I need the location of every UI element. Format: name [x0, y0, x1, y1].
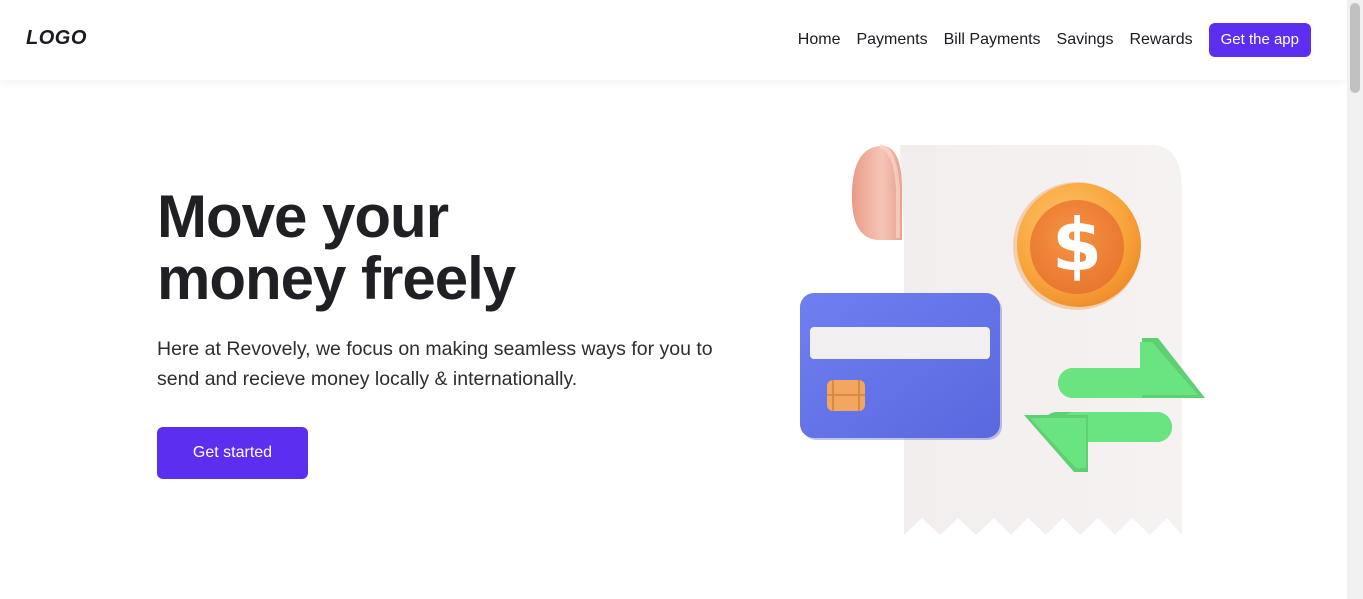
hero-title: Move your money freely	[157, 186, 717, 310]
hero-title-line-1: Move your	[157, 183, 449, 250]
nav-link-home[interactable]: Home	[798, 31, 841, 49]
get-started-button[interactable]: Get started	[157, 427, 308, 479]
nav-link-bill-payments[interactable]: Bill Payments	[944, 31, 1041, 49]
top-navbar: LOGO Home Payments Bill Payments Savings…	[0, 0, 1347, 80]
get-the-app-button[interactable]: Get the app	[1208, 23, 1311, 57]
svg-text:$: $	[1052, 203, 1102, 287]
dollar-coin-icon: $	[1013, 182, 1141, 310]
page: LOGO Home Payments Bill Payments Savings…	[0, 0, 1363, 599]
hero-title-line-2: money freely	[157, 245, 516, 312]
credit-card-icon	[800, 293, 1002, 440]
payment-illustration: $	[800, 144, 1205, 535]
nav-link-savings[interactable]: Savings	[1057, 31, 1114, 49]
vertical-scrollbar[interactable]	[1347, 0, 1363, 599]
hero-description: Here at Revovely, we focus on making sea…	[157, 338, 713, 390]
scrollbar-thumb[interactable]	[1350, 3, 1360, 93]
logo[interactable]: LOGO	[26, 27, 87, 50]
main-nav: Home Payments Bill Payments Savings Rewa…	[798, 23, 1311, 57]
nav-link-rewards[interactable]: Rewards	[1129, 31, 1192, 49]
nav-link-payments[interactable]: Payments	[856, 31, 927, 49]
